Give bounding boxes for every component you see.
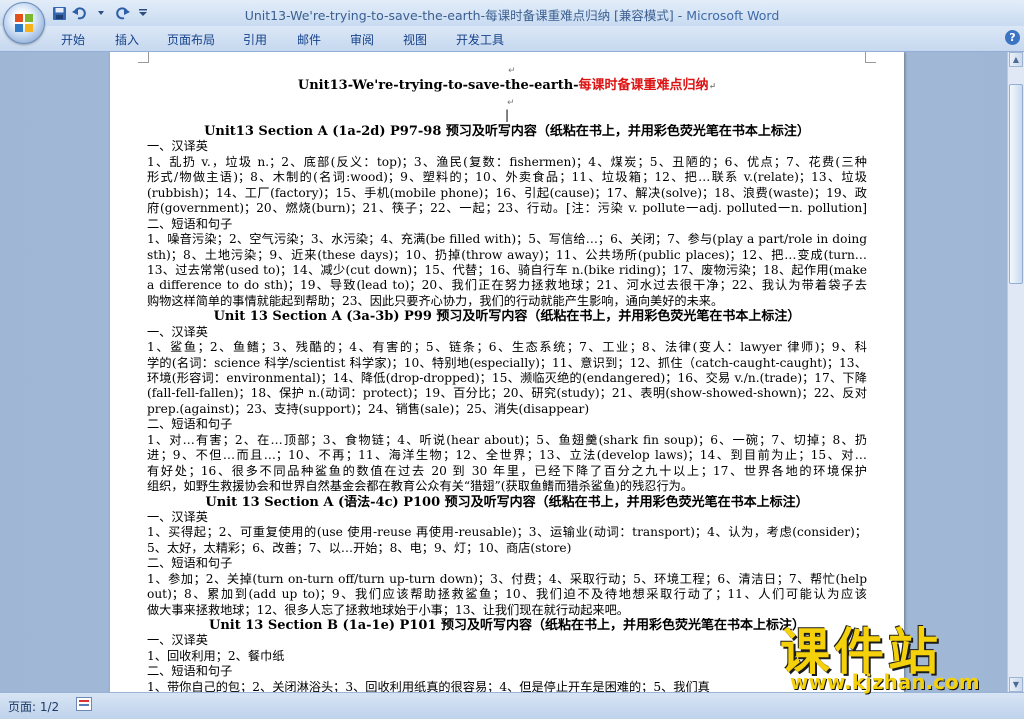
text-line: 13、过去常常(used to)；14、减少(cut down)；15、代替；1…: [147, 262, 867, 277]
tab-page-layout[interactable]: 页面布局: [167, 31, 215, 48]
office-button[interactable]: [3, 2, 45, 44]
app-name: Microsoft Word: [686, 8, 780, 23]
text-line: 1、乱扔 v.，垃圾 n.；2、底部(反义：top)；3、渔民(复数：fishe…: [147, 154, 867, 169]
section-heading: Unit 13 Section A (3a-3b) P99 预习及听写内容（纸粘…: [213, 309, 801, 325]
document-body: Unit13 Section A (1a-2d) P97-98 预习及听写内容（…: [147, 124, 867, 692]
section-heading: Unit 13 Section A (语法-4c) P100 预习及听写内容（纸…: [205, 494, 809, 510]
text-cursor: |: [505, 108, 510, 122]
text-line: prep.(against)；23、支持(support)；24、销售(sale…: [147, 401, 590, 416]
text-line: (fall-fell-fallen)；18、保护 n.(动词：protect)；…: [147, 386, 867, 401]
text-line: 一、汉译英: [147, 633, 208, 648]
document-area: ↵ Unit13-We're-trying-to-save-the-earth-…: [0, 52, 1008, 692]
text-line: 一、汉译英: [147, 324, 208, 339]
tab-insert[interactable]: 插入: [115, 31, 139, 48]
proofing-status-icon[interactable]: [76, 697, 92, 711]
text-line: 一、汉译英: [147, 509, 208, 524]
document-name: Unit13-We're-trying-to-save-the-earth-每课…: [244, 8, 674, 23]
text-line: 环境(形容词：environmental)；14、降低(drop-dropped…: [147, 371, 867, 385]
text-line: a difference to do sth)；19、导致(lead to)；2…: [147, 278, 867, 293]
document-page[interactable]: ↵ Unit13-We're-trying-to-save-the-earth-…: [110, 52, 904, 692]
text-line: 1、回收利用；2、餐巾纸: [147, 648, 285, 663]
scroll-down-icon[interactable]: ▼: [1009, 677, 1023, 692]
text-line: 5、太好，太精彩；6、改善；7、以…开始；8、电；9、灯；10、商店(store…: [147, 540, 572, 555]
title-bar: Unit13-We're-trying-to-save-the-earth-每课…: [0, 0, 1024, 44]
text-line: 二、短语和句子: [147, 556, 233, 571]
tab-home[interactable]: 开始: [61, 31, 85, 48]
page-indicator[interactable]: 页面: 1/2: [8, 698, 59, 715]
text-line: 二、短语和句子: [147, 664, 233, 679]
text-line: 做大事来拯救地球；12、很多人忘了拯救地球始于小事；13、让我们现在就行动起来吧…: [147, 602, 629, 617]
document-title: Unit13-We're-trying-to-save-the-earth-每课…: [297, 78, 717, 93]
text-line: 1、噪音污染；2、空气污染；3、水污染；4、充满(be filled with)…: [147, 232, 867, 247]
window-title: Unit13-We're-trying-to-save-the-earth-每课…: [0, 5, 1024, 24]
tab-view[interactable]: 视图: [403, 31, 427, 48]
ribbon-tabs: 开始 插入 页面布局 引用 邮件 审阅 视图 开发工具 ?: [0, 26, 1024, 52]
text-line: 学的(名词：science 科学/scientist 科学家)；10、特别地(e…: [147, 355, 867, 370]
section-heading: Unit 13 Section B (1a-1e) P101 预习及听写内容（纸…: [208, 618, 805, 633]
text-line: 二、短语和句子: [147, 216, 233, 231]
tab-mailings[interactable]: 邮件: [297, 31, 321, 48]
section-heading: Unit13 Section A (1a-2d) P97-98 预习及听写内容（…: [204, 124, 810, 139]
text-line: 1、鲨鱼；2、鱼鳍；3、残酷的；4、有害的；5、链条；6、生态系统；7、工业；8…: [147, 340, 867, 355]
tab-developer[interactable]: 开发工具: [456, 31, 504, 48]
tab-review[interactable]: 审阅: [350, 31, 374, 48]
margin-corner-mark: [865, 52, 876, 63]
office-logo-icon: [15, 14, 33, 32]
title-separator: -: [673, 8, 687, 23]
document-title-plain: Unit13-We're-trying-to-save-the-earth-: [297, 78, 579, 93]
text-line: 1、带你自己的包；2、关闭淋浴头；3、回收利用纸真的很容易；4、但是停止开车是困…: [147, 679, 710, 692]
text-line: 1、对…有害；2、在…顶部；3、食物链；4、听说(hear about)；5、鱼…: [147, 432, 867, 447]
text-line: 1、买得起；2、可重复使用的(use 使用-reuse 再使用-reusable…: [147, 525, 867, 540]
vertical-scrollbar[interactable]: ▲ ▼: [1007, 52, 1024, 692]
paragraph-mark: ↵: [508, 66, 516, 76]
watermark-url: www.kjzhan.com: [790, 670, 980, 694]
text-line: 购物这样简单的事情就能起到帮助；23、因此只要齐心协力，我们的行动就能产生影响，…: [147, 293, 724, 308]
text-line: 进；9、不但…而且…；10、不再；11、海洋生物；12、全世界；13、立法(de…: [147, 448, 867, 463]
text-line: 一、汉译英: [147, 139, 208, 154]
margin-corner-mark: [138, 52, 149, 63]
scrollbar-thumb[interactable]: [1009, 84, 1023, 284]
text-line: 1、参加；2、关掉(turn on-turn off/turn up-turn …: [147, 571, 867, 586]
scroll-up-icon[interactable]: ▲: [1009, 52, 1023, 67]
text-line: 有好处；16、很多不同品种鲨鱼的数值在过去 20 到 30 年里，已经下降了百分…: [147, 463, 867, 478]
text-line: 形式/物做主语)；8、木制的(名词:wood)；9、塑料的；10、外卖食品；11…: [147, 170, 867, 185]
text-line: 府(government)；20、燃烧(burn)；21、筷子；22、一起；23…: [147, 201, 867, 216]
watermark-logo: 课件站 www.kjzhan.com: [776, 612, 1006, 704]
document-title-red: 每课时备课重难点归纳: [578, 78, 709, 93]
text-line: 组织，如野生救援协会和世界自然基金会都在教育公众有关“猎翅”(获取鱼鳍而猎杀鲨鱼…: [147, 479, 694, 494]
text-line: out)；8、累加到(add up to)；9、我们应该帮助拯救鲨鱼；10、我们…: [147, 587, 867, 602]
tab-references[interactable]: 引用: [243, 31, 267, 48]
help-icon[interactable]: ?: [1005, 30, 1020, 45]
text-line: sth)；8、土地污染；9、近来(these days)；10、扔掉(throw…: [147, 247, 867, 262]
text-line: (rubbish)；14、工厂(factory)；15、手机(mobile ph…: [147, 185, 867, 200]
text-line: 二、短语和句子: [147, 417, 233, 432]
